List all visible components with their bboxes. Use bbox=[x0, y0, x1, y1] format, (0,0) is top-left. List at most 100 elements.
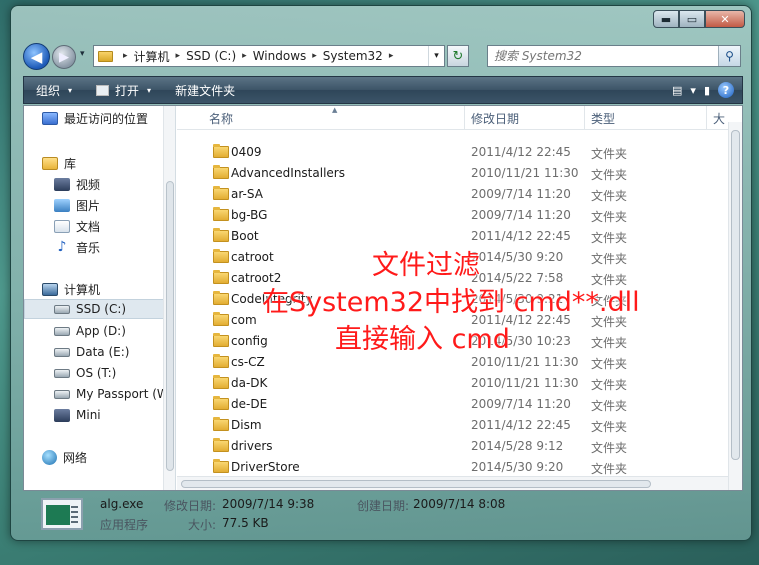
folder-icon bbox=[213, 228, 229, 242]
help-icon[interactable]: ? bbox=[718, 82, 734, 98]
scrollbar-thumb[interactable] bbox=[181, 480, 651, 488]
drive-icon bbox=[54, 368, 70, 378]
file-name: CodeIntegrity bbox=[231, 292, 313, 306]
breadcrumb-windows[interactable]: Windows bbox=[253, 49, 307, 63]
column-header-date[interactable]: 修改日期 bbox=[465, 106, 585, 130]
address-dropdown-button[interactable]: ▾ bbox=[428, 46, 444, 66]
open-button[interactable]: 打开 ▾ bbox=[84, 77, 163, 103]
file-type: 文件夹 bbox=[591, 357, 628, 371]
sidebar-item-label: 图片 bbox=[76, 198, 101, 213]
table-row[interactable]: cs-CZ 2010/11/21 11:30 文件夹 bbox=[177, 352, 717, 373]
file-type: 文件夹 bbox=[591, 273, 628, 287]
maximize-button[interactable]: ▭ bbox=[679, 10, 705, 28]
chevron-down-icon[interactable]: ▾ bbox=[690, 84, 696, 97]
scrollbar-thumb[interactable] bbox=[731, 130, 740, 460]
breadcrumb-computer[interactable]: 计算机 bbox=[134, 48, 170, 65]
back-button[interactable]: ◀ bbox=[23, 43, 50, 70]
device-icon bbox=[54, 408, 70, 422]
forward-button[interactable]: ▶ bbox=[52, 45, 76, 69]
column-header-type[interactable]: 类型 bbox=[585, 106, 707, 130]
organize-button[interactable]: 组织 ▾ bbox=[24, 77, 84, 103]
sidebar-item-app-d[interactable]: App (D:) bbox=[54, 321, 126, 341]
pictures-icon bbox=[54, 198, 70, 212]
table-row[interactable]: Boot 2011/4/12 22:45 文件夹 bbox=[177, 226, 717, 247]
preview-pane-icon[interactable]: ▮ bbox=[704, 84, 710, 97]
folder-icon bbox=[213, 165, 229, 179]
folder-icon bbox=[213, 375, 229, 389]
table-row[interactable]: ar-SA 2009/7/14 11:20 文件夹 bbox=[177, 184, 717, 205]
sidebar-item-documents[interactable]: 文档 bbox=[54, 216, 100, 236]
address-bar[interactable]: ▸ 计算机 ▸ SSD (C:) ▸ Windows ▸ System32 ▸ … bbox=[93, 45, 445, 67]
recent-pages-dropdown[interactable]: ▾ bbox=[80, 49, 85, 59]
table-row[interactable]: DriverStore 2014/5/30 9:20 文件夹 bbox=[177, 457, 717, 478]
sidebar-item-my-passport[interactable]: My Passport (W:) bbox=[54, 384, 175, 404]
created-date-value: 2009/7/14 8:08 bbox=[413, 497, 506, 511]
file-type: 文件夹 bbox=[591, 399, 628, 413]
table-row[interactable]: drivers 2014/5/28 9:12 文件夹 bbox=[177, 436, 717, 457]
sidebar-item-pictures[interactable]: 图片 bbox=[54, 195, 100, 215]
sidebar-item-recent-places[interactable]: 最近访问的位置 bbox=[42, 108, 148, 128]
breadcrumb-system32[interactable]: System32 bbox=[323, 49, 383, 63]
drive-icon bbox=[54, 326, 70, 336]
file-list-horizontal-scrollbar[interactable] bbox=[177, 476, 728, 490]
new-folder-button[interactable]: 新建文件夹 bbox=[163, 77, 247, 103]
network-icon bbox=[42, 449, 57, 465]
table-row[interactable]: catroot2 2014/5/22 7:58 文件夹 bbox=[177, 268, 717, 289]
new-folder-label: 新建文件夹 bbox=[175, 83, 236, 98]
table-row[interactable]: Dism 2011/4/12 22:45 文件夹 bbox=[177, 415, 717, 436]
refresh-button[interactable]: ↻ bbox=[447, 45, 469, 67]
chevron-down-icon: ▾ bbox=[147, 85, 152, 95]
sidebar-scrollbar[interactable] bbox=[163, 106, 175, 490]
table-row[interactable]: catroot 2014/5/30 9:20 文件夹 bbox=[177, 247, 717, 268]
chevron-right-icon[interactable]: ▸ bbox=[176, 51, 181, 61]
file-list-vertical-scrollbar[interactable] bbox=[728, 122, 742, 490]
table-row[interactable]: 0409 2011/4/12 22:45 文件夹 bbox=[177, 142, 717, 163]
scrollbar-thumb[interactable] bbox=[166, 181, 174, 471]
sidebar-item-label: Data (E:) bbox=[76, 345, 130, 359]
sidebar-item-label: 网络 bbox=[63, 450, 88, 465]
sidebar-item-network[interactable]: 网络 bbox=[42, 447, 87, 467]
view-options-icon[interactable]: ▤ bbox=[672, 84, 682, 97]
table-row[interactable]: de-DE 2009/7/14 11:20 文件夹 bbox=[177, 394, 717, 415]
table-row[interactable]: da-DK 2010/11/21 11:30 文件夹 bbox=[177, 373, 717, 394]
file-type: 文件夹 bbox=[591, 294, 628, 308]
sidebar-item-ssd-c[interactable]: SSD (C:) bbox=[24, 299, 164, 319]
sidebar-item-music[interactable]: ♪ 音乐 bbox=[54, 237, 100, 257]
sidebar-item-libraries[interactable]: 库 bbox=[42, 153, 76, 173]
close-button[interactable]: ✕ bbox=[705, 10, 745, 28]
folder-icon bbox=[213, 312, 229, 326]
drive-icon bbox=[54, 389, 70, 399]
file-date: 2014/5/30 9:21 bbox=[471, 292, 564, 306]
sidebar-item-os-t[interactable]: OS (T:) bbox=[54, 363, 116, 383]
sidebar-item-videos[interactable]: 视频 bbox=[54, 174, 100, 194]
minimize-button[interactable]: ▬ bbox=[653, 10, 679, 28]
table-row[interactable]: com 2011/4/12 22:45 文件夹 bbox=[177, 310, 717, 331]
file-type: 文件夹 bbox=[591, 336, 628, 350]
sidebar-item-mini[interactable]: Mini bbox=[54, 405, 101, 425]
sidebar-item-label: 最近访问的位置 bbox=[64, 111, 149, 126]
table-row[interactable]: CodeIntegrity 2014/5/30 9:21 文件夹 bbox=[177, 289, 717, 310]
chevron-right-icon[interactable]: ▸ bbox=[312, 51, 317, 61]
table-row[interactable]: config 2014/5/30 10:23 文件夹 bbox=[177, 331, 717, 352]
chevron-right-icon[interactable]: ▸ bbox=[389, 51, 394, 61]
sidebar-item-data-e[interactable]: Data (E:) bbox=[54, 342, 129, 362]
table-row[interactable]: bg-BG 2009/7/14 11:20 文件夹 bbox=[177, 205, 717, 226]
search-input[interactable] bbox=[488, 46, 718, 66]
application-icon bbox=[41, 498, 83, 530]
column-header-name[interactable]: 名称 bbox=[203, 106, 465, 130]
recent-places-icon bbox=[42, 111, 58, 125]
chevron-right-icon[interactable]: ▸ bbox=[242, 51, 247, 61]
folder-icon bbox=[98, 50, 113, 62]
drive-icon bbox=[54, 347, 70, 357]
sidebar-item-label: OS (T:) bbox=[76, 366, 117, 380]
search-icon[interactable]: ⚲ bbox=[718, 46, 740, 66]
file-name: com bbox=[231, 313, 257, 327]
file-date: 2014/5/30 9:20 bbox=[471, 460, 564, 474]
breadcrumb-ssd[interactable]: SSD (C:) bbox=[186, 49, 236, 63]
sidebar-item-computer[interactable]: 计算机 bbox=[42, 279, 100, 299]
column-headers: ▲ 名称 修改日期 类型 大 bbox=[177, 106, 742, 130]
table-row[interactable]: AdvancedInstallers 2010/11/21 11:30 文件夹 bbox=[177, 163, 717, 184]
file-name: catroot2 bbox=[231, 271, 282, 285]
chevron-right-icon[interactable]: ▸ bbox=[123, 51, 128, 61]
folder-icon bbox=[213, 291, 229, 305]
